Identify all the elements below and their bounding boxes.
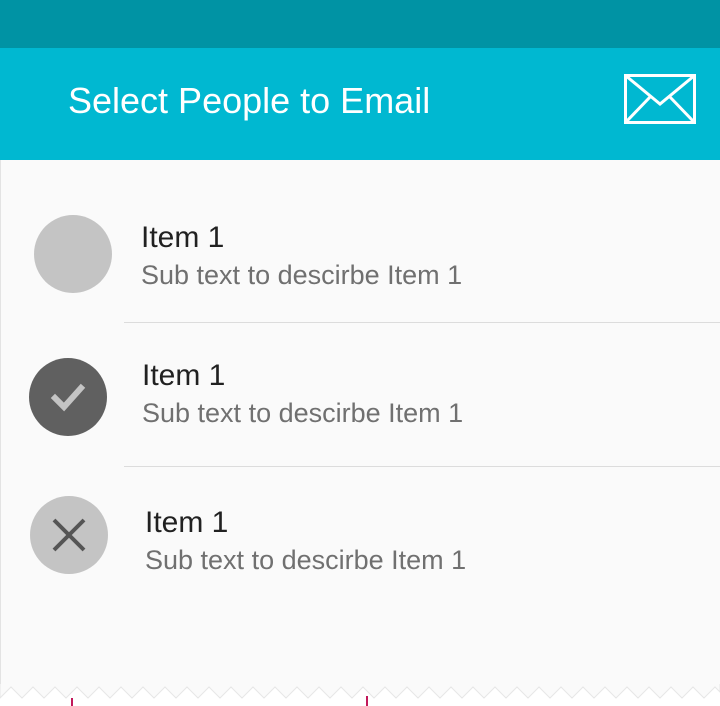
- avatar[interactable]: [34, 215, 112, 293]
- item-title: Item 1: [141, 221, 225, 254]
- list-item[interactable]: Item 1 Sub text to descirbe Item 1: [1, 467, 720, 627]
- app-bar: Select People to Email: [0, 48, 720, 160]
- status-bar: [0, 0, 720, 48]
- list-item[interactable]: Item 1 Sub text to descirbe Item 1: [1, 160, 720, 322]
- item-subtitle: Sub text to descirbe Item 1: [141, 260, 463, 290]
- item-title: Item 1: [142, 359, 226, 392]
- close-icon: [52, 518, 86, 552]
- item-subtitle: Sub text to descirbe Item 1: [145, 545, 467, 575]
- email-selection-screen: Select People to Email Item 1 Sub text t…: [0, 0, 720, 706]
- avatar-removable[interactable]: [30, 496, 108, 574]
- avatar-selected[interactable]: [29, 358, 107, 436]
- item-title: Item 1: [145, 506, 229, 539]
- checkmark-icon: [50, 383, 86, 412]
- list-item[interactable]: Item 1 Sub text to descirbe Item 1: [1, 323, 720, 466]
- item-subtitle: Sub text to descirbe Item 1: [142, 398, 464, 428]
- torn-edge-decoration: [0, 684, 720, 706]
- send-email-button[interactable]: [620, 70, 700, 126]
- envelope-icon: [624, 74, 696, 124]
- people-list: Item 1 Sub text to descirbe Item 1 Item …: [0, 160, 720, 706]
- page-title: Select People to Email: [68, 80, 431, 121]
